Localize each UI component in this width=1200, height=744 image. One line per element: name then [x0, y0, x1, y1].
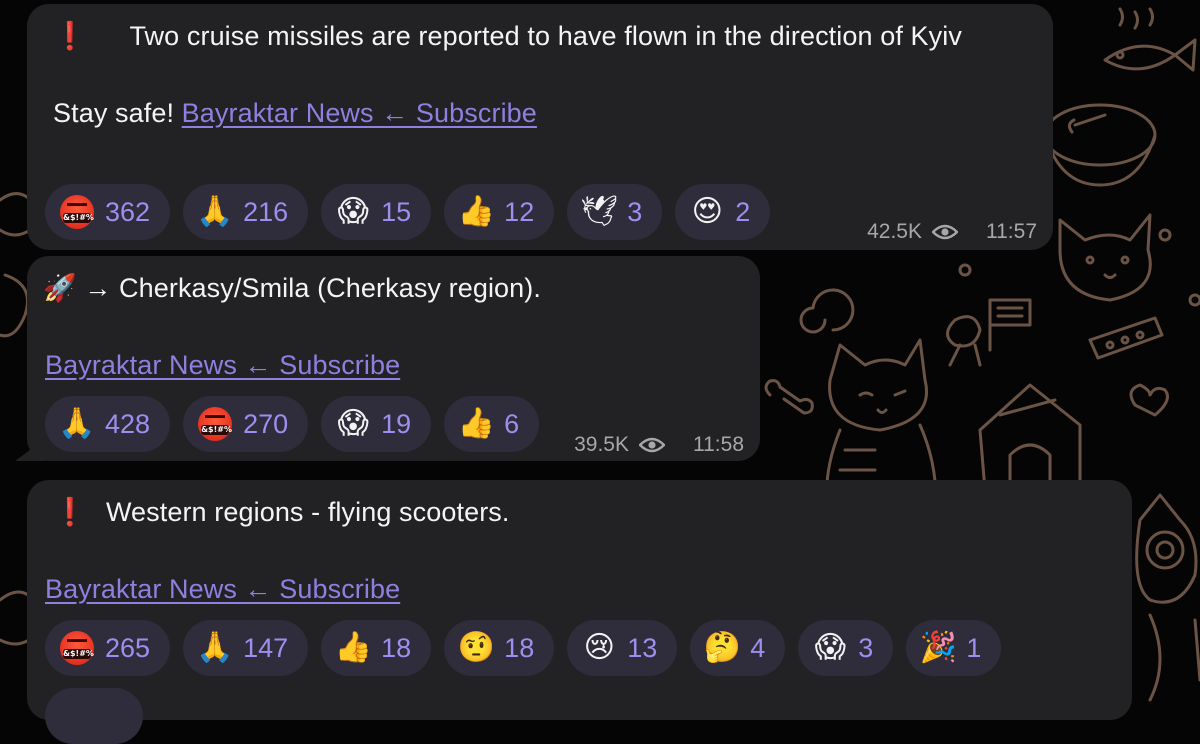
party-popper-icon: 🎉: [919, 631, 958, 664]
reaction-enraged[interactable]: &$!#% 362: [45, 184, 171, 240]
message-text: Cherkasy/Smila (Cherkasy region).: [119, 273, 541, 303]
screaming-face-icon: 😱: [814, 631, 846, 664]
pet-bowl-doodle-icon: [1043, 103, 1157, 187]
reaction-count: 19: [381, 408, 412, 439]
exclamation-icon: ❗: [53, 497, 87, 527]
reaction-crying[interactable]: 😢 13: [567, 620, 678, 676]
collar-doodle-icon: [1088, 316, 1164, 360]
message-bubble[interactable]: 🚀 → Cherkasy/Smila (Cherkasy region). Ba…: [15, 256, 760, 461]
reaction-enraged[interactable]: &$!#% 265: [45, 620, 171, 676]
dog-house-doodle-icon: [978, 383, 1082, 492]
message-text: Two cruise missiles are reported to have…: [129, 21, 962, 51]
reaction-screaming[interactable]: 😱 19: [321, 396, 432, 452]
folded-hands-icon: 🙏: [196, 195, 234, 228]
reaction-screaming[interactable]: 😱 15: [321, 184, 432, 240]
reaction-count: 147: [243, 632, 289, 663]
reaction-raised-eyebrow[interactable]: 🤨 18: [444, 620, 555, 676]
reaction-screaming[interactable]: 😱 3: [798, 620, 894, 676]
thinking-face-icon: 🤔: [703, 631, 741, 664]
enraged-face-icon: &$!#%: [59, 194, 95, 230]
dove-icon: 🕊: [580, 195, 619, 228]
reaction-thumbs-up[interactable]: 👍 6: [444, 396, 540, 452]
subscribe-link[interactable]: Bayraktar News ← Subscribe: [45, 574, 400, 604]
reaction-count: 18: [381, 632, 412, 663]
reaction-thumbs-up[interactable]: 👍 18: [321, 620, 432, 676]
subscribe-link[interactable]: Bayraktar News ← Subscribe: [182, 98, 537, 128]
folded-hands-icon: 🙏: [196, 631, 234, 664]
eye-icon: [639, 437, 665, 453]
bone-doodle-icon: [764, 379, 814, 415]
reactions-bar: &$!#% 362 🙏 216 😱 15 👍 12 🕊 3 😍 2: [45, 184, 771, 240]
thumbs-up-icon: 👍: [334, 631, 372, 664]
enraged-face-icon: &$!#%: [59, 630, 95, 666]
view-count: 39.5K: [574, 433, 629, 456]
reaction-dove[interactable]: 🕊 3: [567, 184, 663, 240]
message-meta: 42.5K 11:57: [867, 220, 1037, 244]
mouse-flag-doodle-icon: [946, 298, 1032, 367]
reaction-count: 13: [627, 632, 658, 663]
reaction-count: 6: [504, 408, 520, 439]
message-text: Western regions - flying scooters.: [105, 497, 510, 527]
exclamation-icon: ❗: [53, 21, 87, 51]
reaction-count: 4: [750, 632, 766, 663]
crying-face-icon: 😢: [583, 631, 615, 664]
thumbs-up-icon: 👍: [457, 407, 495, 440]
message-time: 11:57: [986, 220, 1037, 243]
reactions-bar: 🙏 428 &$!#% 270 😱 19 👍 6: [45, 396, 540, 452]
rocket-arrow-prefix: 🚀 →: [43, 273, 120, 303]
cat-face-doodle-icon: [1058, 213, 1152, 302]
eye-icon: [932, 224, 958, 240]
reaction-count: 2: [735, 196, 751, 227]
message-meta: 39.5K 11:58: [574, 433, 744, 457]
heart-eyes-icon: 😍: [691, 195, 723, 228]
thumbs-up-icon: 👍: [457, 195, 495, 228]
folded-hands-icon: 🙏: [58, 407, 96, 440]
reaction-count: 270: [243, 408, 289, 439]
reaction-partial-hidden[interactable]: [45, 688, 143, 744]
message-bubble[interactable]: ❗ Western regions - flying scooters. Bay…: [27, 480, 1132, 744]
reaction-count: 1: [966, 632, 982, 663]
spiral-doodle-icon: [799, 288, 855, 334]
reaction-party-popper[interactable]: 🎉 1: [906, 620, 1002, 676]
reaction-count: 15: [381, 196, 412, 227]
raised-eyebrow-face-icon: 🤨: [457, 631, 495, 664]
reaction-folded-hands[interactable]: 🙏 428: [45, 396, 171, 452]
reaction-count: 362: [105, 196, 151, 227]
reaction-thumbs-up[interactable]: 👍 12: [444, 184, 555, 240]
message-time: 11:58: [693, 433, 744, 456]
reaction-count: 265: [105, 632, 151, 663]
fish-doodle-icon: [1103, 7, 1197, 72]
reactions-bar: &$!#% 265 🙏 147 👍 18 🤨 18 😢 13 🤔 4 😱 3 🎉…: [45, 620, 1002, 676]
reaction-count: 428: [105, 408, 151, 439]
screaming-face-icon: 😱: [337, 407, 369, 440]
paw-heart-doodle-icon: [1129, 383, 1169, 417]
reaction-count: 12: [504, 196, 535, 227]
cat-camera-doodle-icon: [1135, 493, 1200, 702]
subscribe-link[interactable]: Bayraktar News ← Subscribe: [45, 350, 400, 380]
reaction-count: 3: [858, 632, 874, 663]
screaming-face-icon: 😱: [337, 195, 369, 228]
reaction-folded-hands[interactable]: 🙏 147: [183, 620, 309, 676]
reaction-count: 3: [627, 196, 643, 227]
enraged-face-icon: &$!#%: [197, 406, 233, 442]
reaction-count: 216: [243, 196, 289, 227]
reaction-folded-hands[interactable]: 🙏 216: [183, 184, 309, 240]
reaction-count: 18: [504, 632, 535, 663]
reaction-enraged[interactable]: &$!#% 270: [183, 396, 309, 452]
reaction-thinking[interactable]: 🤔 4: [690, 620, 786, 676]
message-text-prefix: Stay safe!: [53, 98, 182, 128]
view-count: 42.5K: [867, 220, 922, 243]
reaction-heart-eyes[interactable]: 😍 2: [675, 184, 771, 240]
message-bubble[interactable]: ❗ Two cruise missiles are reported to ha…: [27, 4, 1053, 250]
